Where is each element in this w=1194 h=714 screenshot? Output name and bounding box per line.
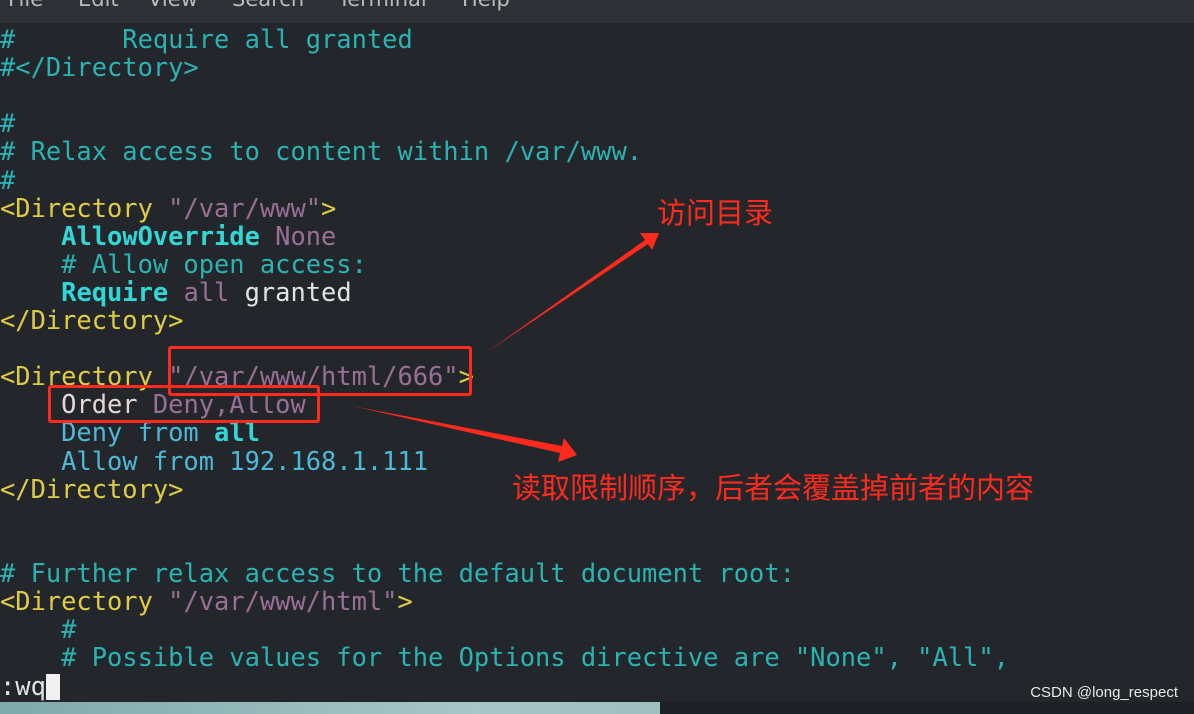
annotation-directory: 访问目录 bbox=[657, 196, 774, 230]
annotation-order: 读取限制顺序，后者会覆盖掉前者的内容 bbox=[512, 471, 1035, 505]
arrow-to-directory-note bbox=[487, 233, 659, 352]
arrow-to-order-note bbox=[352, 406, 577, 462]
annotation-arrows bbox=[352, 233, 659, 462]
